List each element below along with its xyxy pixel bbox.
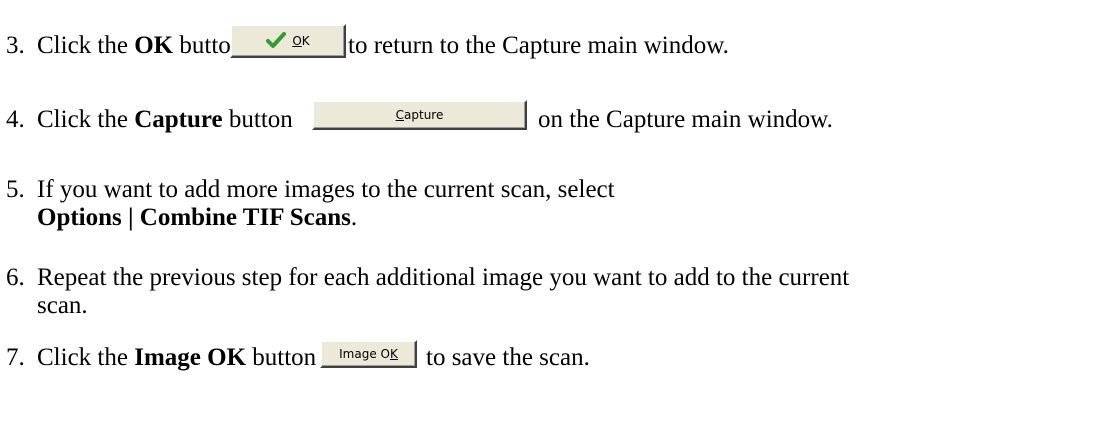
step-text-line2: scan. [37,292,88,319]
step-text-after: to return to the Capture main window. [348,32,729,59]
step-5: 5. If you want to add more images to the… [0,176,1097,236]
step-6: 6. Repeat the previous step for each add… [0,264,1097,324]
capture-button[interactable]: Capture [312,100,527,130]
step-7: 7. Click the Image OK button Image OK to… [0,340,1097,380]
step-number: 3. [6,32,25,59]
step-text: Click the OK button [37,32,244,59]
image-ok-button-label: Image OK [339,347,398,361]
bold-term: Capture [134,106,223,133]
step-3: 3. Click the OK button OK to return to t… [0,24,1097,64]
step-number: 6. [6,264,25,291]
step-text-line1: Repeat the previous step for each additi… [37,264,850,291]
step-text-after: on the Capture main window. [538,106,833,133]
step-number: 7. [6,344,25,371]
ok-button[interactable]: OK [230,24,346,58]
bold-term: Image OK [134,344,247,371]
check-icon [266,32,287,50]
step-text: Click the Capture button [37,106,293,133]
menu-path: Options | Combine TIF Scans [37,204,351,231]
step-text-line1: If you want to add more images to the cu… [37,176,615,203]
step-text-after: to save the scan. [426,344,590,371]
capture-button-label: Capture [395,108,444,122]
image-ok-button[interactable]: Image OK [320,340,417,368]
step-number: 4. [6,106,25,133]
step-number: 5. [6,176,25,203]
bold-term: OK [134,32,174,59]
step-text-line2: Options | Combine TIF Scans. [37,204,358,231]
ok-button-label: OK [292,34,310,48]
step-4: 4. Click the Capture button Capture on t… [0,100,1097,140]
step-text: Click the Image OK button [37,344,317,371]
